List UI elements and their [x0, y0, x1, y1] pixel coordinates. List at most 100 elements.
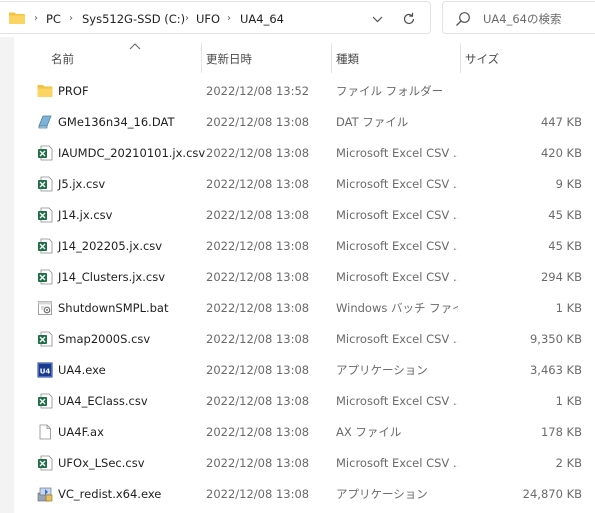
file-type: Microsoft Excel CSV ...	[336, 332, 458, 346]
file-type: ファイル フォルダー	[336, 84, 444, 98]
column-divider[interactable]	[331, 43, 332, 73]
file-row[interactable]: PROF 2022/12/08 13:52 ファイル フォルダー	[14, 76, 595, 107]
file-size: 178 KB	[540, 425, 582, 439]
excel-csv-icon	[37, 207, 53, 223]
dat-file-icon	[37, 114, 53, 130]
file-name: UA4F.ax	[58, 425, 104, 439]
refresh-icon	[403, 12, 415, 25]
file-row[interactable]: UFOx_LSec.csv 2022/12/08 13:08 Microsoft E…	[14, 448, 595, 479]
file-size: 420 KB	[540, 146, 582, 160]
column-header-row: 名前 更新日時 種類 サイズ	[14, 37, 595, 79]
folder-icon	[37, 83, 53, 99]
file-date: 2022/12/08 13:08	[206, 332, 310, 346]
refresh-button[interactable]	[399, 10, 419, 28]
file-row[interactable]: IAUMDC_20210101.jx.csv 2022/12/08 13:08 Mi…	[14, 138, 595, 169]
excel-csv-icon	[37, 145, 53, 161]
file-type: Microsoft Excel CSV ...	[336, 394, 458, 408]
breadcrumb-ufo[interactable]: UFO	[196, 11, 220, 27]
breadcrumb-pc[interactable]: PC	[46, 11, 61, 27]
file-row[interactable]: GMe136n34_16.DAT 2022/12/08 13:08 DAT ファイル…	[14, 107, 595, 138]
file-date: 2022/12/08 13:08	[206, 363, 310, 377]
address-toolbar: › PC › Sys512G-SSD (C:) › UFO › UA4_64 U…	[0, 0, 595, 37]
chevron-right-icon[interactable]: ›	[31, 11, 41, 25]
file-name: GMe136n34_16.DAT	[58, 115, 175, 129]
file-size: 294 KB	[540, 270, 582, 284]
file-size: 2 KB	[555, 456, 582, 470]
column-divider[interactable]	[460, 43, 461, 73]
file-size: 45 KB	[548, 208, 582, 222]
navigation-pane-edge	[0, 37, 14, 513]
file-row[interactable]: Smap2000S.csv 2022/12/08 13:08 Microsoft E…	[14, 324, 595, 355]
file-row[interactable]: J14_202205.jx.csv 2022/12/08 13:08 Microso…	[14, 231, 595, 262]
file-type: Microsoft Excel CSV ...	[336, 177, 458, 191]
excel-csv-icon	[37, 238, 53, 254]
file-type: アプリケーション	[336, 363, 428, 377]
chevron-down-icon	[372, 16, 382, 22]
file-type: DAT ファイル	[336, 115, 409, 129]
address-history-button[interactable]	[368, 10, 386, 28]
file-name: VC_redist.x64.exe	[58, 487, 162, 501]
file-date: 2022/12/08 13:08	[206, 239, 310, 253]
file-size: 24,870 KB	[522, 487, 582, 501]
file-list: 名前 更新日時 種類 サイズ PROF 2022/12/08 13:52 ファイル …	[0, 37, 595, 513]
file-size: 3,463 KB	[529, 363, 582, 377]
file-date: 2022/12/08 13:08	[206, 456, 310, 470]
address-bar[interactable]: › PC › Sys512G-SSD (C:) › UFO › UA4_64	[0, 1, 431, 34]
installer-icon	[37, 486, 53, 502]
breadcrumb-ua4-64[interactable]: UA4_64	[240, 11, 284, 27]
file-type: Microsoft Excel CSV ...	[336, 239, 458, 253]
excel-csv-icon	[37, 176, 53, 192]
file-type: アプリケーション	[336, 487, 428, 501]
search-placeholder: UA4_64の検索	[483, 12, 562, 26]
excel-csv-icon	[37, 331, 53, 347]
column-header-size[interactable]: サイズ	[465, 51, 499, 67]
excel-csv-icon	[37, 269, 53, 285]
file-row[interactable]: J14_Clusters.jx.csv 2022/12/08 13:08 Micro…	[14, 262, 595, 293]
file-name: Smap2000S.csv	[58, 332, 151, 346]
file-type: Windows バッチ ファイル	[336, 301, 458, 315]
file-name: IAUMDC_20210101.jx.csv	[58, 146, 206, 160]
file-name: PROF	[58, 84, 89, 98]
file-date: 2022/12/08 13:52	[206, 84, 310, 98]
file-name: UA4_EClass.csv	[58, 394, 148, 408]
file-row[interactable]: UA4F.ax 2022/12/08 13:08 AX ファイル 178 KB	[14, 417, 595, 448]
file-type: Microsoft Excel CSV ...	[336, 456, 458, 470]
file-name: J5.jx.csv	[58, 177, 106, 191]
file-type: Microsoft Excel CSV ...	[336, 208, 458, 222]
file-row[interactable]: ShutdownSMPL.bat 2022/12/08 13:08 Windows …	[14, 293, 595, 324]
file-type: Microsoft Excel CSV ...	[336, 146, 458, 160]
file-size: 9,350 KB	[529, 332, 582, 346]
column-divider[interactable]	[201, 43, 202, 73]
column-header-date[interactable]: 更新日時	[206, 51, 252, 67]
file-date: 2022/12/08 13:08	[206, 208, 310, 222]
column-header-name[interactable]: 名前	[51, 51, 74, 67]
chevron-right-icon[interactable]: ›	[224, 11, 234, 25]
file-name: J14_Clusters.jx.csv	[58, 270, 166, 284]
file-name: J14_202205.jx.csv	[58, 239, 163, 253]
file-name: UA4.exe	[58, 363, 106, 377]
file-name: ShutdownSMPL.bat	[58, 301, 169, 315]
search-icon	[456, 12, 470, 26]
file-date: 2022/12/08 13:08	[206, 270, 310, 284]
file-row[interactable]: J14.jx.csv 2022/12/08 13:08 Microsoft Exce…	[14, 200, 595, 231]
file-row[interactable]: J5.jx.csv 2022/12/08 13:08 Microsoft Excel…	[14, 169, 595, 200]
file-row[interactable]: U4 UA4.exe 2022/12/08 13:08 アプリケーション 3,463 K…	[14, 355, 595, 386]
file-size: 447 KB	[540, 115, 582, 129]
chevron-right-icon[interactable]: ›	[182, 11, 192, 25]
chevron-right-icon[interactable]: ›	[66, 11, 76, 25]
file-size: 9 KB	[555, 177, 582, 191]
file-row[interactable]: VC_redist.x64.exe 2022/12/08 13:08 アプリケーショ…	[14, 479, 595, 510]
file-name: UFOx_LSec.csv	[58, 456, 145, 470]
file-date: 2022/12/08 13:08	[206, 394, 310, 408]
file-size: 1 KB	[555, 394, 582, 408]
svg-text:U4: U4	[40, 368, 51, 376]
breadcrumb-drive[interactable]: Sys512G-SSD (C:)	[82, 11, 185, 27]
column-header-type[interactable]: 種類	[336, 51, 359, 67]
file-row[interactable]: UA4_EClass.csv 2022/12/08 13:08 Microsoft …	[14, 386, 595, 417]
file-type: AX ファイル	[336, 425, 402, 439]
file-date: 2022/12/08 13:08	[206, 115, 310, 129]
file-type: Microsoft Excel CSV ...	[336, 270, 458, 284]
file-date: 2022/12/08 13:08	[206, 425, 310, 439]
sort-ascending-icon	[129, 43, 141, 50]
search-box[interactable]: UA4_64の検索	[442, 1, 595, 34]
